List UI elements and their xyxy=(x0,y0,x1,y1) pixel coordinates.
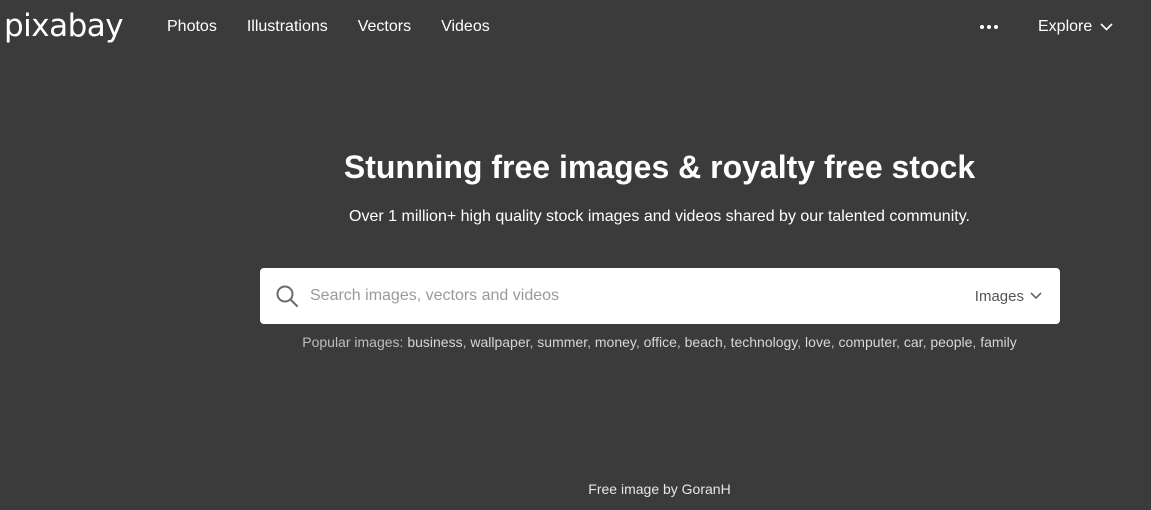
ellipsis-icon xyxy=(980,25,998,29)
popular-tag[interactable]: love xyxy=(805,334,831,350)
popular-tag[interactable]: summer xyxy=(537,334,587,350)
explore-dropdown-button[interactable]: Explore xyxy=(1038,17,1113,37)
hero-title: Stunning free images & royalty free stoc… xyxy=(343,149,976,185)
credit-prefix: Free image by xyxy=(588,481,678,497)
popular-tag[interactable]: office xyxy=(644,334,677,350)
pixabay-logo[interactable]: pixabay xyxy=(4,8,124,44)
more-menu-button[interactable] xyxy=(977,15,1001,39)
credit-author-link[interactable]: GoranH xyxy=(682,481,731,497)
search-icon[interactable] xyxy=(275,284,299,308)
popular-tag[interactable]: car xyxy=(904,334,923,350)
explore-label: Explore xyxy=(1038,18,1093,35)
popular-tag[interactable]: technology xyxy=(731,334,798,350)
nav-vectors-link[interactable]: Vectors xyxy=(358,17,411,37)
nav-photos-link[interactable]: Photos xyxy=(167,17,217,37)
image-credit: Free image by GoranH xyxy=(0,480,1151,498)
top-navigation-bar: pixabay Photos Illustrations Vectors Vid… xyxy=(0,0,1151,56)
popular-tag[interactable]: family xyxy=(980,334,1017,350)
popular-searches: Popular images: business, wallpaper, sum… xyxy=(302,334,1017,350)
popular-tag[interactable]: money xyxy=(595,334,636,350)
chevron-down-icon xyxy=(1030,292,1042,300)
search-type-label: Images xyxy=(974,287,1024,305)
popular-tag[interactable]: business xyxy=(407,334,462,350)
hero-subtitle: Over 1 million+ high quality stock image… xyxy=(349,208,970,225)
nav-videos-link[interactable]: Videos xyxy=(441,17,490,37)
popular-tag[interactable]: computer xyxy=(839,334,897,350)
popular-tag[interactable]: people xyxy=(930,334,972,350)
popular-tag[interactable]: wallpaper xyxy=(470,334,529,350)
nav-illustrations-link[interactable]: Illustrations xyxy=(247,17,328,37)
search-input[interactable] xyxy=(310,268,950,324)
search-type-select[interactable]: Images xyxy=(975,268,1042,324)
search-bar: Images xyxy=(260,268,1060,324)
chevron-down-icon xyxy=(1100,23,1113,31)
main-nav: Photos Illustrations Vectors Videos xyxy=(167,17,520,37)
popular-lead: Popular images: xyxy=(302,334,404,350)
popular-tag[interactable]: beach xyxy=(685,334,723,350)
